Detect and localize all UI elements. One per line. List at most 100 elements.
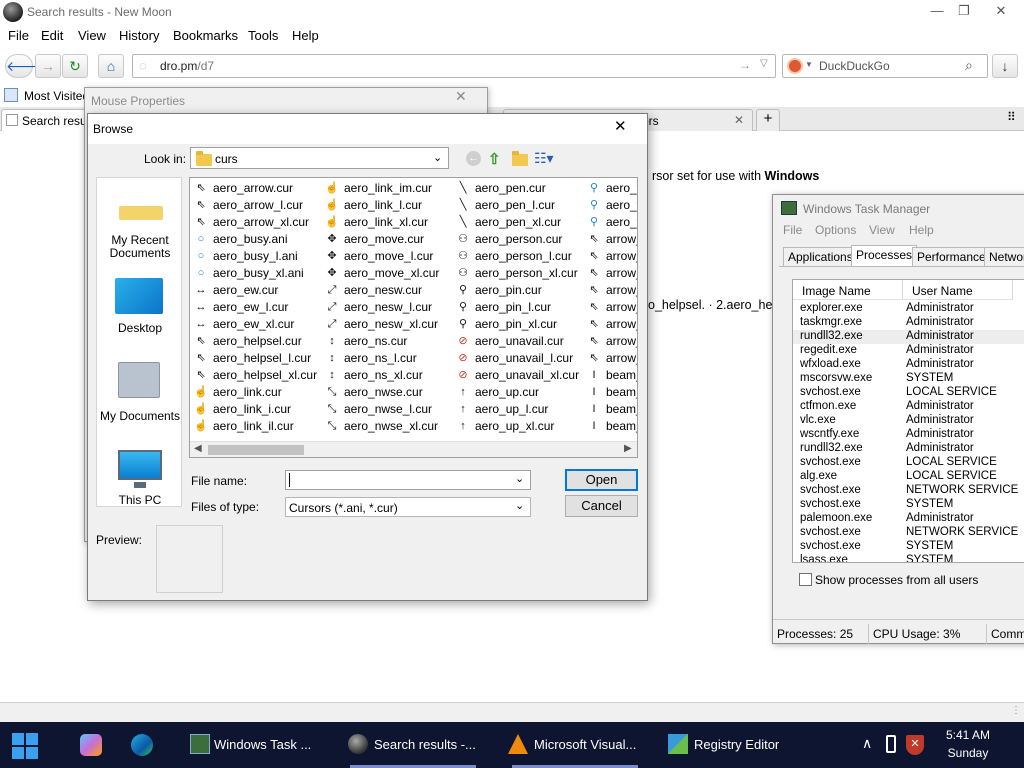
column-image-name[interactable]: Image Name	[793, 280, 903, 300]
security-shield-icon[interactable]: ✕	[906, 735, 924, 755]
scroll-right-icon[interactable]: ▶	[624, 443, 632, 454]
file-name: aero_helpsel_l.cur	[213, 351, 312, 365]
file-name: arrow_	[606, 232, 637, 246]
process-row[interactable]: svchost.exe NETWORK SERVICE	[793, 484, 1024, 498]
help-select-cursor-icon: ⇖	[196, 352, 206, 364]
process-row[interactable]: svchost.exe SYSTEM	[793, 540, 1024, 554]
resize-grip-icon[interactable]: ⋮	[1011, 705, 1021, 716]
process-row[interactable]: alg.exe LOCAL SERVICE	[793, 470, 1024, 484]
menu-bookmarks[interactable]: Bookmarks	[173, 28, 238, 43]
process-row[interactable]: svchost.exe NETWORK SERVICE	[793, 526, 1024, 540]
process-row[interactable]: mscorsvw.exe SYSTEM	[793, 372, 1024, 386]
chevron-down-icon[interactable]: ⌄	[515, 499, 524, 512]
bookmark-most-visited[interactable]: Most Visited	[24, 89, 89, 103]
taskbar-vlc[interactable]: Microsoft Visual...	[500, 722, 650, 768]
process-row[interactable]: wscntfy.exe Administrator	[793, 428, 1024, 442]
close-icon[interactable]: ✕	[614, 117, 627, 135]
close-icon[interactable]: ✕	[455, 88, 467, 105]
process-user-name: LOCAL SERVICE	[906, 456, 997, 468]
process-row[interactable]: palemoon.exe Administrator	[793, 512, 1024, 526]
menu-tools[interactable]: Tools	[248, 28, 278, 43]
process-row[interactable]: rundll32.exe Administrator	[793, 330, 1024, 344]
tab-processes[interactable]: Processes	[851, 245, 918, 267]
file-list[interactable]: ⇖ aero_arrow.cur ⇖ aero_arrow_l.cur ⇖ aero_ar…	[189, 177, 638, 458]
cancel-button[interactable]: Cancel	[565, 495, 638, 517]
downloads-icon[interactable]: ↓	[992, 54, 1018, 78]
menu-view[interactable]: View	[869, 223, 895, 237]
file-name: arrow_	[606, 249, 637, 263]
file-name-input[interactable]: ⌄	[285, 470, 531, 490]
up-one-level-icon[interactable]: ⇧	[488, 150, 501, 168]
process-row[interactable]: taskmgr.exe Administrator	[793, 316, 1024, 330]
column-user-name[interactable]: User Name	[903, 280, 1013, 300]
view-menu-icon[interactable]: ☷▾	[534, 150, 554, 167]
process-row[interactable]: svchost.exe LOCAL SERVICE	[793, 386, 1024, 400]
process-row[interactable]: svchost.exe SYSTEM	[793, 498, 1024, 512]
restore-icon[interactable]: ❐	[947, 1, 981, 21]
open-button[interactable]: Open	[565, 469, 638, 491]
process-row[interactable]: regedit.exe Administrator	[793, 344, 1024, 358]
process-image-name: svchost.exe	[800, 526, 861, 538]
reload-icon[interactable]: ↻	[62, 54, 88, 78]
chevron-down-icon[interactable]: ⌄	[515, 472, 524, 485]
file-name: aero_busy.ani	[213, 232, 288, 246]
process-row[interactable]: explorer.exe Administrator	[793, 302, 1024, 316]
look-in-dropdown[interactable]: curs ⌄	[190, 147, 449, 169]
process-row[interactable]: wfxload.exe Administrator	[793, 358, 1024, 372]
process-row[interactable]: svchost.exe LOCAL SERVICE	[793, 456, 1024, 470]
menu-help[interactable]: Help	[909, 223, 934, 237]
look-in-value: curs	[215, 152, 238, 166]
battery-icon[interactable]	[886, 735, 896, 753]
taskbar-task-manager[interactable]: Windows Task ...	[180, 722, 330, 768]
scrollbar-thumb[interactable]	[208, 445, 304, 455]
edge-icon[interactable]	[131, 734, 153, 756]
menu-history[interactable]: History	[119, 28, 159, 43]
back-icon[interactable]: ←	[466, 151, 481, 166]
taskbar-pale-moon[interactable]: Search results -...	[338, 722, 488, 768]
process-row[interactable]: ctfmon.exe Administrator	[793, 400, 1024, 414]
search-bar[interactable]: ▼ DuckDuckGo ⌕	[782, 54, 988, 78]
close-icon[interactable]: ✕	[984, 1, 1018, 21]
tab-search-results[interactable]: Search resu	[1, 109, 87, 131]
new-tab-button[interactable]: +	[756, 109, 780, 131]
go-arrow-icon[interactable]: →	[739, 58, 751, 72]
process-row[interactable]: lsass.exe SYSTEM	[793, 554, 1024, 562]
menu-help[interactable]: Help	[292, 28, 319, 43]
tab-networking[interactable]: Networ	[984, 247, 1024, 267]
chevron-up-icon[interactable]: ∧	[862, 735, 872, 752]
home-icon[interactable]: ⌂	[98, 54, 124, 78]
file-name: aero_link_il.cur	[213, 419, 294, 433]
scroll-left-icon[interactable]: ◀	[194, 443, 202, 454]
tab-overview-icon[interactable]: ⠿	[1007, 110, 1016, 124]
process-row[interactable]: vlc.exe Administrator	[793, 414, 1024, 428]
tab-close-icon[interactable]: ✕	[734, 113, 744, 127]
file-name: aero_nesw_l.cur	[344, 300, 433, 314]
url-bar[interactable]: ◌ dro.pm/d7 → ▽	[132, 54, 776, 78]
taskbar-registry-editor[interactable]: Registry Editor	[660, 722, 810, 768]
horizontal-scrollbar[interactable]: ◀ ▶	[190, 441, 637, 457]
start-button[interactable]	[12, 733, 38, 759]
search-icon[interactable]: ⌕	[965, 57, 973, 74]
new-folder-icon[interactable]	[512, 151, 528, 166]
file-name: aero_link_l.cur	[344, 198, 423, 212]
menu-options[interactable]: Options	[815, 223, 856, 237]
process-list[interactable]: Image Name User Name explorer.exe Adminis…	[792, 279, 1024, 563]
taskbar-clock[interactable]: 5:41 AM Sunday	[936, 728, 1000, 760]
back-icon[interactable]: 🡐	[5, 54, 44, 78]
link-cursor-icon: ☝	[325, 199, 339, 211]
menu-view[interactable]: View	[78, 28, 106, 43]
copilot-icon[interactable]	[80, 734, 102, 756]
url-dropdown-icon[interactable]: ▽	[760, 58, 768, 69]
chevron-down-icon[interactable]: ⌄	[433, 151, 442, 164]
tab-applications[interactable]: Applications	[783, 247, 858, 267]
files-of-type-dropdown[interactable]: Cursors (*.ani, *.cur) ⌄	[285, 497, 531, 517]
forward-icon[interactable]: →	[35, 54, 61, 78]
process-image-name: wfxload.exe	[800, 358, 861, 370]
process-row[interactable]: rundll32.exe Administrator	[793, 442, 1024, 456]
menu-file[interactable]: File	[8, 28, 29, 43]
checkbox-box[interactable]	[799, 573, 812, 586]
engine-dropdown-icon[interactable]: ▼	[805, 60, 813, 69]
tab-performance[interactable]: Performance	[912, 247, 991, 267]
menu-file[interactable]: File	[783, 223, 802, 237]
menu-edit[interactable]: Edit	[41, 28, 63, 43]
